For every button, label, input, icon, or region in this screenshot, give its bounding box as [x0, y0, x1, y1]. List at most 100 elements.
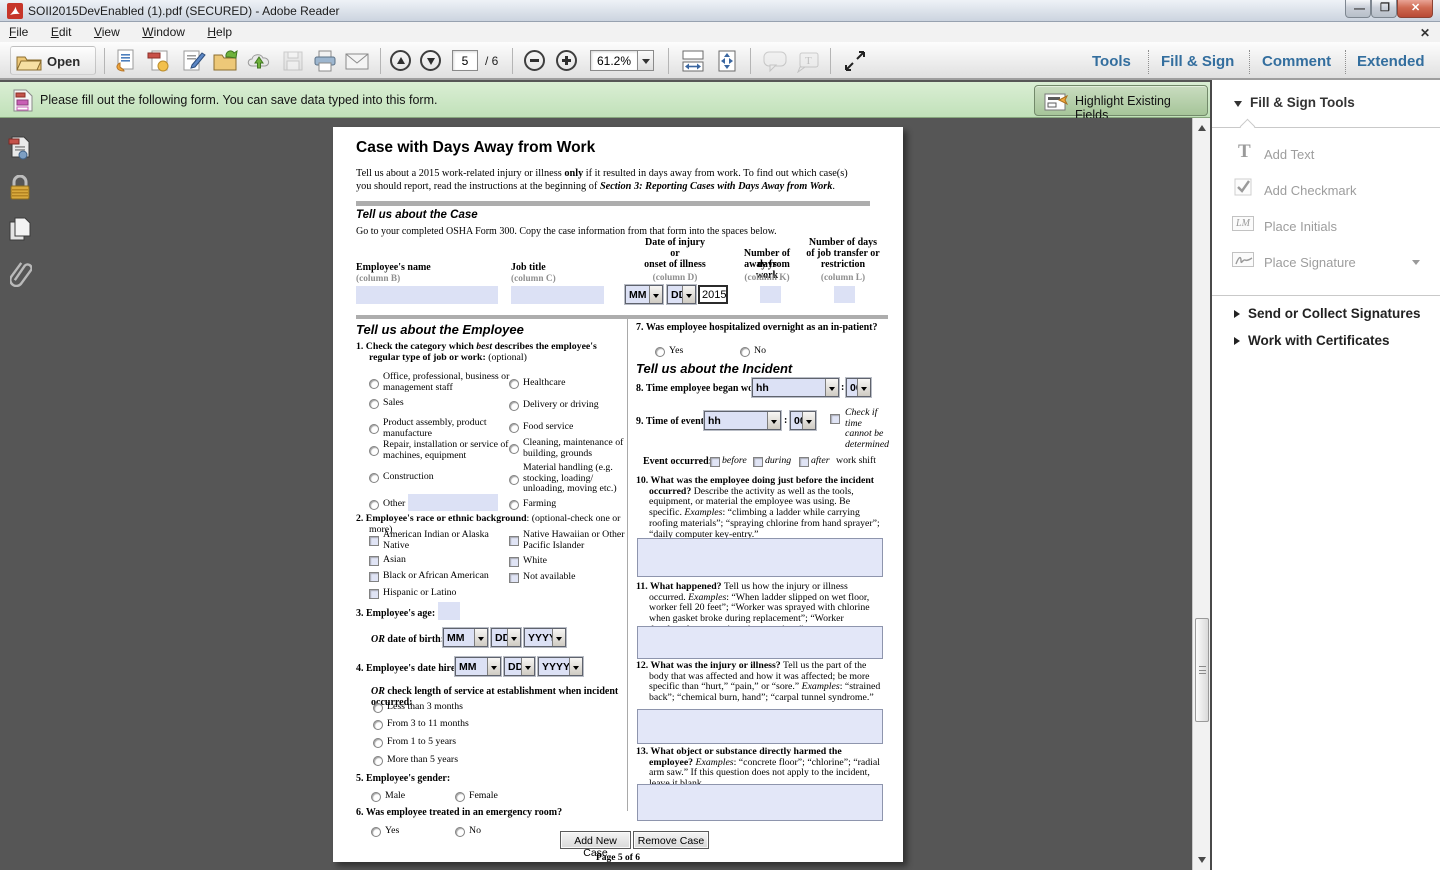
- page-thumbnails-icon[interactable]: [8, 136, 32, 161]
- place-initials-tool[interactable]: LM Place Initials: [1212, 210, 1440, 242]
- work-with-certificates-section[interactable]: Work with Certificates: [1212, 331, 1440, 355]
- checkbox-hispanic[interactable]: [369, 589, 379, 599]
- create-pdf-icon[interactable]: [146, 49, 172, 73]
- employee-name-field[interactable]: [356, 286, 498, 304]
- radio-er-yes[interactable]: [371, 827, 381, 837]
- fill-sign-tools-header[interactable]: Fill & Sign Tools: [1250, 95, 1355, 110]
- hired-year-select[interactable]: YYYY: [538, 657, 583, 676]
- remove-case-button[interactable]: Remove Case: [633, 831, 709, 849]
- minimize-button[interactable]: —: [1345, 0, 1371, 18]
- add-checkmark-tool[interactable]: Add Checkmark: [1212, 174, 1440, 206]
- radio-sales[interactable]: [369, 399, 379, 409]
- question-13-textarea[interactable]: [637, 784, 883, 821]
- checkbox-native-hawaiian[interactable]: [509, 536, 519, 546]
- print-icon[interactable]: [312, 49, 338, 73]
- tools-panel-link[interactable]: Tools: [1092, 53, 1131, 70]
- radio-food-service[interactable]: [509, 423, 519, 433]
- checkbox-during-shift[interactable]: [753, 457, 763, 467]
- document-scrollbar[interactable]: [1192, 118, 1210, 870]
- radio-repair[interactable]: [369, 446, 379, 456]
- add-new-case-button[interactable]: Add New Case: [560, 831, 631, 849]
- menu-edit[interactable]: Edit: [42, 22, 81, 39]
- collapse-caret-icon[interactable]: [1234, 101, 1242, 107]
- extended-panel-link[interactable]: Extended: [1357, 53, 1425, 70]
- radio-3-to-11-months[interactable]: [373, 720, 383, 730]
- comment-panel-link[interactable]: Comment: [1262, 53, 1331, 70]
- text-callout-icon[interactable]: T: [796, 49, 822, 73]
- hired-day-select[interactable]: DD: [504, 657, 535, 676]
- add-text-tool[interactable]: T Add Text: [1212, 138, 1440, 170]
- close-menubar-icon[interactable]: ✕: [1420, 26, 1430, 40]
- checkbox-after-shift[interactable]: [799, 457, 809, 467]
- dob-year-select[interactable]: YYYY: [524, 628, 566, 647]
- scroll-up-icon[interactable]: [1198, 125, 1206, 131]
- injury-month-select[interactable]: MM: [625, 285, 663, 304]
- open-shared-folder-icon[interactable]: [212, 49, 238, 73]
- attachments-paperclip-icon[interactable]: [10, 257, 32, 287]
- security-lock-icon[interactable]: [9, 175, 31, 202]
- radio-cleaning[interactable]: [509, 444, 519, 454]
- menu-view[interactable]: View: [85, 22, 129, 39]
- radio-hospitalized-no[interactable]: [740, 347, 750, 357]
- zoom-level-input[interactable]: 61.2%: [590, 50, 638, 71]
- hired-month-select[interactable]: MM: [455, 657, 501, 676]
- radio-more-5-years[interactable]: [373, 756, 383, 766]
- send-file-icon[interactable]: [112, 49, 138, 73]
- zoom-in-button[interactable]: [556, 50, 577, 71]
- radio-healthcare[interactable]: [509, 379, 519, 389]
- next-page-button[interactable]: [420, 50, 441, 71]
- signature-dropdown-icon[interactable]: [1412, 260, 1420, 265]
- fill-sign-panel-link[interactable]: Fill & Sign: [1161, 53, 1234, 70]
- sign-document-icon[interactable]: [180, 49, 206, 73]
- highlight-fields-button[interactable]: Highlight Existing Fields: [1034, 85, 1208, 116]
- radio-office[interactable]: [369, 379, 379, 389]
- zoom-out-button[interactable]: [524, 50, 545, 71]
- page-number-input[interactable]: 5: [452, 50, 478, 71]
- email-icon[interactable]: [344, 49, 370, 73]
- checkbox-american-indian[interactable]: [369, 536, 379, 546]
- pages-panel-icon[interactable]: [9, 217, 31, 242]
- event-minute-select[interactable]: 00: [790, 411, 816, 430]
- job-title-field[interactable]: [511, 286, 604, 304]
- read-mode-icon[interactable]: [842, 49, 868, 73]
- restore-button[interactable]: ❐: [1371, 0, 1397, 18]
- checkbox-time-undetermined[interactable]: [830, 414, 840, 424]
- radio-male[interactable]: [371, 792, 381, 802]
- radio-hospitalized-yes[interactable]: [655, 347, 665, 357]
- event-hour-select[interactable]: hh: [704, 411, 781, 430]
- radio-other[interactable]: [369, 500, 379, 510]
- menu-file[interactable]: File: [0, 22, 37, 39]
- upload-cloud-icon[interactable]: [246, 49, 272, 73]
- scroll-down-icon[interactable]: [1198, 857, 1206, 863]
- checkbox-black[interactable]: [369, 572, 379, 582]
- radio-female[interactable]: [455, 792, 465, 802]
- other-occupation-field[interactable]: [408, 494, 498, 511]
- checkbox-before-shift[interactable]: [710, 457, 720, 467]
- fit-width-icon[interactable]: [680, 49, 706, 73]
- began-work-minute-select[interactable]: 00: [846, 378, 871, 397]
- question-11-textarea[interactable]: [637, 626, 883, 659]
- radio-farming[interactable]: [509, 500, 519, 510]
- dob-day-select[interactable]: DD: [491, 628, 521, 647]
- radio-1-to-5-years[interactable]: [373, 738, 383, 748]
- place-signature-tool[interactable]: Place Signature: [1212, 246, 1440, 278]
- radio-delivery[interactable]: [509, 401, 519, 411]
- days-away-field[interactable]: [760, 286, 781, 303]
- fit-page-icon[interactable]: [714, 49, 740, 73]
- radio-material-handling[interactable]: [509, 475, 519, 485]
- transfer-days-field[interactable]: [834, 286, 855, 303]
- radio-product-assembly[interactable]: [369, 424, 379, 434]
- employee-age-field[interactable]: [438, 602, 460, 620]
- checkbox-white[interactable]: [509, 557, 519, 567]
- checkbox-not-available[interactable]: [509, 573, 519, 583]
- open-button[interactable]: Open: [10, 46, 96, 75]
- checkbox-asian[interactable]: [369, 556, 379, 566]
- save-icon[interactable]: [280, 49, 306, 73]
- radio-less-3-months[interactable]: [373, 703, 383, 713]
- question-10-textarea[interactable]: [637, 538, 883, 577]
- began-work-hour-select[interactable]: hh: [752, 378, 839, 397]
- radio-construction[interactable]: [369, 473, 379, 483]
- previous-page-button[interactable]: [390, 50, 411, 71]
- dob-month-select[interactable]: MM: [443, 628, 488, 647]
- zoom-dropdown-button[interactable]: [637, 50, 654, 71]
